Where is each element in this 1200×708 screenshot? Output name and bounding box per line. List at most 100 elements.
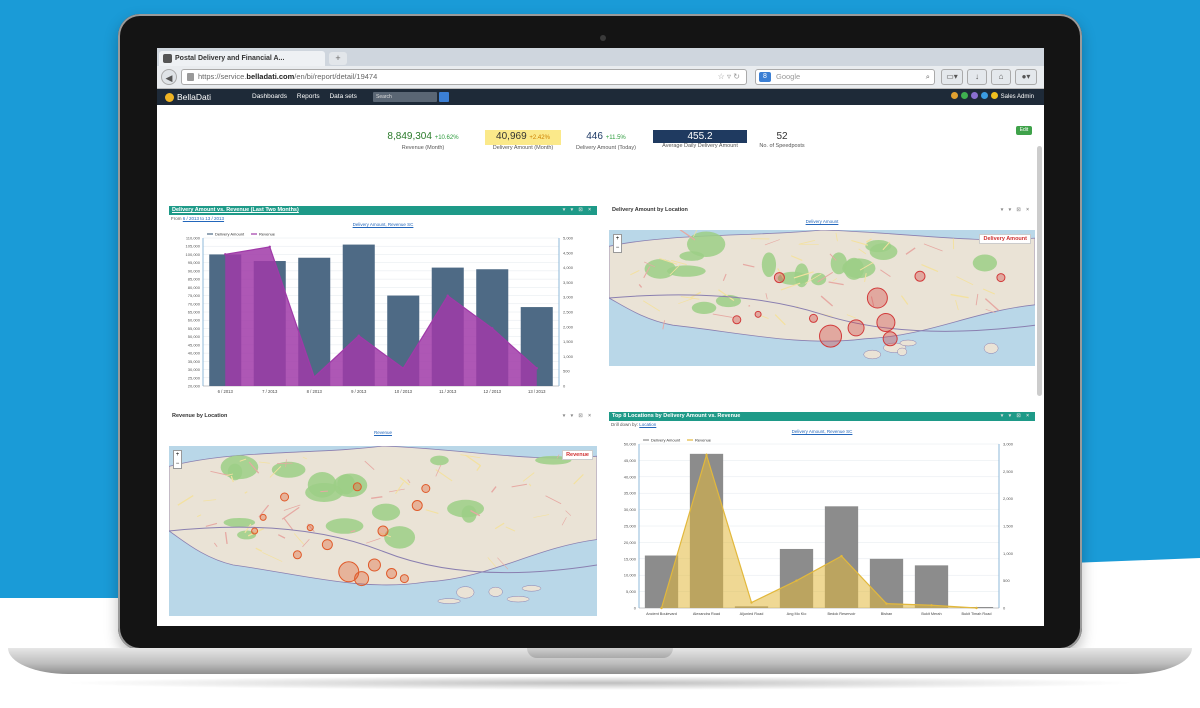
- data-bubble: [354, 571, 370, 587]
- data-bubble: [732, 315, 742, 325]
- park-area: [842, 258, 876, 279]
- series-selector-link[interactable]: Delivery Amount, Revenue SC: [792, 429, 853, 434]
- layer-link[interactable]: Delivery Amount: [806, 219, 839, 224]
- app-search-button[interactable]: [439, 92, 449, 102]
- land-mass: [609, 230, 1035, 342]
- laptop-shadow: [60, 676, 1140, 690]
- back-button[interactable]: ◀: [161, 69, 177, 85]
- data-point: [313, 375, 316, 379]
- park-area: [305, 483, 343, 502]
- data-bubble: [292, 550, 302, 560]
- nav-reports[interactable]: Reports: [297, 93, 320, 100]
- user-icon[interactable]: [990, 92, 998, 99]
- y-right-tick-label: 2,000: [1003, 496, 1014, 501]
- chart-icon[interactable]: [950, 92, 958, 99]
- series-selector-link[interactable]: Delivery Amount, Revenue SC: [353, 222, 414, 227]
- webcam-icon: [600, 35, 606, 41]
- x-tick-label: 12 / 2013: [484, 389, 502, 394]
- park-area: [679, 251, 705, 261]
- panel-controls[interactable]: ▾ ▾ ⊡ ×: [1001, 206, 1031, 215]
- addon-button[interactable]: ●▾: [1015, 69, 1037, 85]
- data-point: [795, 579, 798, 582]
- park-area: [325, 518, 364, 534]
- data-bubble: [996, 273, 1006, 283]
- map-legend-label: Delivery Amount: [979, 234, 1031, 244]
- y-left-tick-label: 50,000: [188, 334, 201, 339]
- globe-icon[interactable]: [960, 92, 968, 99]
- x-tick-label: 6 / 2013: [218, 389, 234, 394]
- island: [521, 585, 542, 592]
- puzzle-icon[interactable]: [970, 92, 978, 99]
- kpi-label: Revenue (Month): [401, 145, 445, 151]
- data-point: [491, 327, 494, 330]
- app-search-input[interactable]: Search: [373, 92, 437, 102]
- park-area: [271, 461, 306, 478]
- data-bubble: [882, 331, 898, 347]
- belladati-logo[interactable]: BellaDati: [165, 90, 211, 104]
- date-range-link[interactable]: 6 / 2013 to 13 / 2013: [183, 216, 224, 221]
- kpi-label: No. of Speedposts: [759, 143, 805, 149]
- bookmarks-button[interactable]: ▭▾: [941, 69, 963, 85]
- data-bubble: [866, 287, 888, 309]
- legend-label: Delivery Amount: [215, 232, 245, 237]
- panel-delivery-vs-revenue: Delivery Amount vs. Revenue (Last Two Mo…: [169, 206, 597, 406]
- subtitle-prefix: From: [171, 216, 182, 221]
- bookmark-star-icon[interactable]: ☆ ▿ ↻: [718, 70, 740, 84]
- nav-data-sets[interactable]: Data sets: [329, 93, 356, 100]
- kpi-label: Average Daily Delivery Amount: [662, 143, 738, 149]
- nav-dashboards[interactable]: Dashboards: [252, 93, 287, 100]
- x-tick-label: Bedok Reservoir: [827, 612, 856, 616]
- panel-title: Delivery Amount by Location ▾ ▾ ⊡ ×: [609, 206, 1035, 215]
- y-left-tick-label: 25,000: [188, 375, 201, 380]
- chart-top-locations: 0 5,000 10,000 15,000 20,000 25,000 30,000 35,0…: [624, 438, 1014, 617]
- x-tick-label: Bukit Timah Road: [962, 612, 992, 616]
- drilldown-link[interactable]: Location: [639, 422, 656, 427]
- y-left-tick-label: 15,000: [624, 556, 637, 561]
- panel-controls[interactable]: ▾ ▾ ⊡ ×: [563, 412, 593, 421]
- search-engine-field[interactable]: 8 Google ⌕: [755, 69, 935, 85]
- edit-button[interactable]: Edit: [1016, 126, 1032, 135]
- data-bubble: [386, 568, 398, 579]
- x-tick-label: 13 / 2013: [528, 389, 546, 394]
- legend-label: Delivery Amount: [651, 438, 681, 443]
- nav-right-tools: Sales Admin: [950, 89, 1034, 105]
- island: [983, 342, 999, 354]
- user-name[interactable]: Sales Admin: [1001, 94, 1034, 100]
- data-bubble: [808, 313, 818, 323]
- data-bubble: [306, 524, 314, 532]
- zoom-control[interactable]: + −: [613, 234, 622, 253]
- address-bar[interactable]: https://service.belladati.com/en/bi/repo…: [181, 69, 747, 85]
- browser-tab-bar: Postal Delivery and Financial A... +: [157, 48, 1044, 66]
- y-left-tick-label: 95,000: [188, 260, 201, 265]
- y-left-tick-label: 65,000: [188, 310, 201, 315]
- page-scrollbar[interactable]: [1037, 146, 1042, 396]
- home-button[interactable]: ⌂: [991, 69, 1011, 85]
- data-bubble: [321, 539, 333, 551]
- panel-controls[interactable]: ▾ ▾ ⊡ ×: [1001, 412, 1031, 421]
- map-canvas: [609, 230, 1035, 360]
- data-bubble: [421, 484, 431, 493]
- y-left-tick-label: 35,000: [188, 359, 201, 364]
- data-point: [705, 453, 708, 457]
- data-bubble: [914, 270, 926, 282]
- data-bubble: [377, 525, 389, 537]
- data-bubble: [411, 500, 423, 511]
- delivery-map[interactable]: + − Delivery Amount: [609, 230, 1035, 366]
- panel-controls[interactable]: ▾ ▾ ⊡ ×: [563, 206, 593, 215]
- y-right-tick-label: 1,500: [563, 339, 574, 344]
- y-right-tick-label: 1,000: [1003, 551, 1014, 556]
- new-tab-button[interactable]: +: [329, 52, 347, 65]
- park-area: [761, 252, 777, 278]
- download-button[interactable]: ↓: [967, 69, 987, 85]
- search-engine-icon: 8: [759, 72, 771, 82]
- legend-label: Revenue: [695, 438, 712, 443]
- tab-title: Postal Delivery and Financial A...: [175, 55, 285, 62]
- browser-tab[interactable]: Postal Delivery and Financial A...: [159, 51, 325, 66]
- zoom-control[interactable]: + −: [173, 450, 182, 469]
- layer-link[interactable]: Revenue: [374, 430, 392, 435]
- y-left-tick-label: 105,000: [186, 244, 201, 249]
- main-nav: Dashboards Reports Data sets: [252, 89, 365, 105]
- revenue-map[interactable]: + − Revenue: [169, 446, 597, 616]
- help-icon[interactable]: [980, 92, 988, 99]
- lock-icon: [187, 73, 194, 81]
